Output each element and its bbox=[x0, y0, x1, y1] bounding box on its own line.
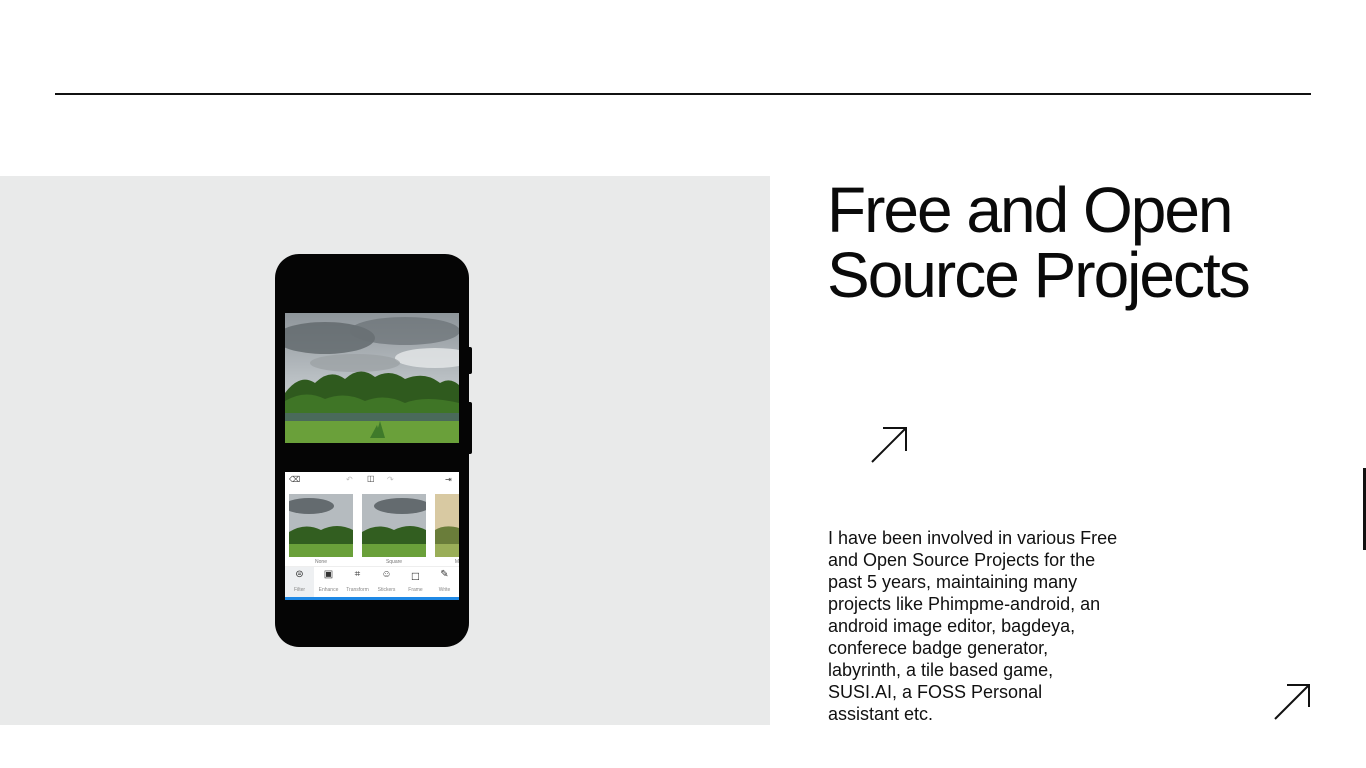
write-icon: ✎ bbox=[440, 569, 449, 580]
tool-write[interactable]: ✎ Write bbox=[430, 567, 459, 597]
compare-icon[interactable]: ◫ bbox=[367, 475, 375, 483]
phone-side-button bbox=[469, 347, 472, 374]
tool-transform[interactable]: ⌗ Transform bbox=[343, 567, 372, 597]
tool-label: Write bbox=[438, 587, 451, 593]
frame-icon: □ bbox=[411, 569, 420, 583]
filter-thumbnail-label: M bbox=[454, 559, 459, 565]
tool-label: Enhance bbox=[318, 587, 339, 593]
arrow-up-right-icon[interactable] bbox=[1272, 682, 1312, 727]
enhance-icon: ▣ bbox=[323, 569, 334, 580]
tool-label: Frame bbox=[408, 587, 423, 593]
editor-toolbar: ⊜ Filter ▣ Enhance ⌗ Transform ☺ Sticker… bbox=[285, 566, 459, 597]
stickers-icon: ☺ bbox=[381, 569, 392, 580]
undo-icon[interactable]: ↶ bbox=[346, 476, 353, 484]
tool-label: Transform bbox=[346, 587, 369, 593]
tool-frame[interactable]: □ Frame bbox=[401, 567, 430, 597]
project-media-panel: ⌫ ↶ ◫ ↷ ⇥ None Square M ⊜ Filter ▣ Enhan… bbox=[0, 176, 770, 725]
top-divider bbox=[55, 93, 1311, 95]
tool-filter[interactable]: ⊜ Filter bbox=[285, 567, 314, 597]
filter-icon: ⊜ bbox=[295, 569, 304, 580]
tool-enhance[interactable]: ▣ Enhance bbox=[314, 567, 343, 597]
section-description: I have been involved in various Free and… bbox=[828, 528, 1118, 724]
tool-stickers[interactable]: ☺ Stickers bbox=[372, 567, 401, 597]
landscape-photo bbox=[285, 313, 459, 443]
transform-icon: ⌗ bbox=[354, 569, 361, 580]
save-icon[interactable]: ⇥ bbox=[445, 476, 452, 484]
image-editor-screen: ⌫ ↶ ◫ ↷ ⇥ None Square M ⊜ Filter ▣ Enhan… bbox=[285, 472, 459, 600]
discard-icon[interactable]: ⌫ bbox=[289, 476, 300, 484]
filter-thumbnail[interactable] bbox=[362, 494, 426, 557]
filter-thumbnail[interactable] bbox=[435, 494, 459, 557]
section-title: Free and Open Source Projects bbox=[827, 174, 1251, 311]
filter-thumbnail-label: None bbox=[315, 559, 327, 565]
editor-accent-bar bbox=[285, 597, 459, 600]
tool-label: Filter bbox=[293, 587, 306, 593]
editor-top-bar: ⌫ ↶ ◫ ↷ ⇥ bbox=[285, 472, 459, 490]
filter-thumbnail[interactable] bbox=[289, 494, 353, 557]
phone-side-button bbox=[469, 402, 472, 454]
tool-label: Stickers bbox=[377, 587, 396, 593]
arrow-up-right-icon[interactable] bbox=[868, 424, 910, 471]
filter-thumbnail-label: Square bbox=[385, 559, 403, 565]
phone-mockup: ⌫ ↶ ◫ ↷ ⇥ None Square M ⊜ Filter ▣ Enhan… bbox=[275, 254, 472, 647]
redo-icon[interactable]: ↷ bbox=[387, 476, 394, 484]
